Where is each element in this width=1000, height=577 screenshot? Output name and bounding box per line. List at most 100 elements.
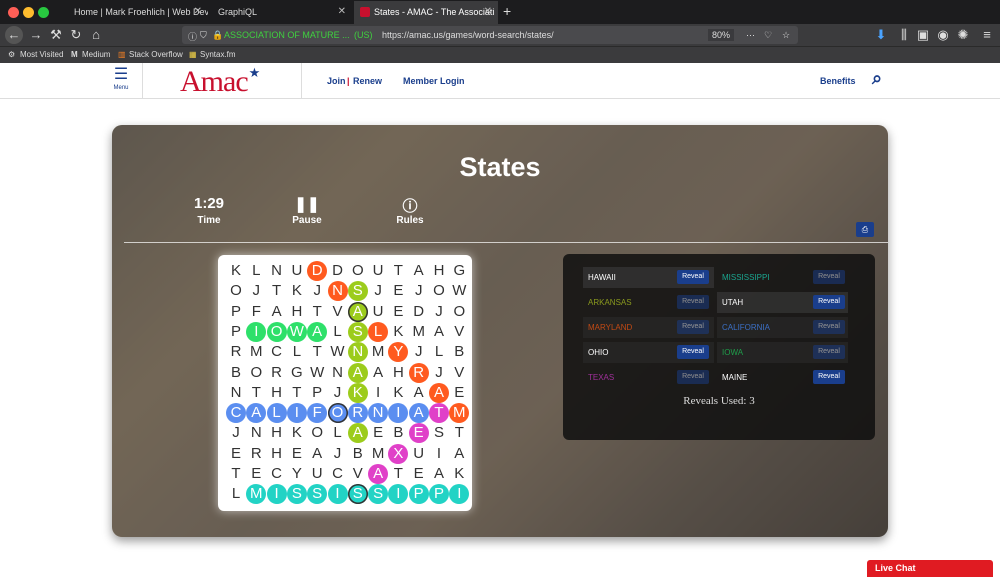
grid-letter[interactable]: J [368,281,388,301]
grid-letter[interactable]: A [246,403,267,424]
grid-letter[interactable]: R [347,403,368,424]
grid-letter[interactable]: C [226,403,246,424]
url-text[interactable]: https://amac.us/games/word-search/states… [382,30,554,40]
pause-button[interactable]: ❚❚ Pause [272,195,342,226]
grid-letter[interactable]: E [226,444,246,464]
grid-letter[interactable]: J [409,342,429,362]
grid-letter[interactable]: P [226,302,246,322]
grid-letter[interactable]: V [328,302,348,322]
grid-letter[interactable]: J [226,423,246,443]
grid-letter[interactable]: S [368,484,389,505]
download-icon[interactable]: ⬇ [872,26,890,44]
grid-letter[interactable]: J [429,363,449,383]
grid-letter[interactable]: O [429,281,449,301]
grid-letter[interactable]: A [267,302,287,322]
grid-letter[interactable]: K [388,322,408,342]
reload-icon[interactable]: ↻ [67,26,85,44]
grid-letter[interactable]: E [388,302,408,322]
grid-letter[interactable]: N [347,342,368,363]
grid-letter[interactable]: T [287,383,307,403]
grid-letter[interactable]: G [449,261,469,281]
minimize-window-icon[interactable] [23,7,34,18]
grid-letter[interactable]: R [226,342,246,362]
grid-letter[interactable]: C [328,464,348,484]
grid-letter[interactable]: E [246,464,266,484]
grid-letter[interactable]: L [287,342,307,362]
rules-button[interactable]: ⓘ Rules [375,195,445,226]
grid-letter[interactable]: W [328,342,348,362]
grid-letter[interactable]: O [348,261,368,281]
grid-letter[interactable]: K [287,423,307,443]
grid-letter[interactable]: H [429,261,449,281]
grid-letter[interactable]: H [267,444,287,464]
grid-letter[interactable]: T [388,261,408,281]
grid-letter[interactable]: D [307,261,328,281]
member-login-link[interactable]: Member Login [403,76,465,86]
live-chat-button[interactable]: Live Chat [867,560,993,577]
grid-letter[interactable]: K [226,261,246,281]
grid-letter[interactable]: U [409,444,429,464]
grid-letter[interactable]: K [287,281,307,301]
reveal-button[interactable]: Reveal [813,295,845,309]
grid-letter[interactable]: B [226,363,246,383]
grid-letter[interactable]: L [328,322,348,342]
grid-letter[interactable]: T [226,464,246,484]
grid-letter[interactable]: F [307,403,328,424]
grid-letter[interactable]: I [429,444,449,464]
bookmark-syntax[interactable]: Syntax.fm [200,50,236,59]
grid-letter[interactable]: V [449,322,469,342]
account-icon[interactable]: ◉ [934,26,952,44]
grid-letter[interactable]: P [307,383,327,403]
grid-letter[interactable]: Y [287,464,307,484]
reveal-button[interactable]: Reveal [677,320,709,334]
grid-letter[interactable]: A [347,423,368,444]
menu-button[interactable]: ☰ Menu [111,67,131,92]
extension-icon[interactable]: ✺ [954,26,972,44]
grid-letter[interactable]: U [287,261,307,281]
grid-letter[interactable]: N [267,261,287,281]
grid-letter[interactable]: O [327,403,348,424]
grid-letter[interactable]: H [388,363,408,383]
hamburger-menu-icon[interactable]: ≡ [978,26,996,44]
grid-letter[interactable]: I [368,383,388,403]
grid-letter[interactable]: R [246,444,266,464]
grid-letter[interactable]: L [226,484,246,504]
zoom-level[interactable]: 80% [708,29,735,41]
grid-letter[interactable]: L [368,321,389,342]
reveal-button[interactable]: Reveal [677,370,709,384]
grid-letter[interactable]: O [266,321,287,342]
grid-letter[interactable]: S [347,484,368,505]
library-icon[interactable]: ⫼ [895,26,913,44]
grid-letter[interactable]: I [449,484,470,505]
grid-letter[interactable]: O [226,281,246,301]
grid-letter[interactable]: H [267,383,287,403]
grid-letter[interactable]: L [328,423,348,443]
search-icon[interactable]: ⌕ [872,68,882,89]
grid-letter[interactable]: N [368,403,389,424]
grid-letter[interactable]: D [328,261,348,281]
print-button[interactable]: ⎙ [856,222,874,237]
grid-letter[interactable]: W [449,281,469,301]
grid-letter[interactable]: A [409,383,429,403]
grid-letter[interactable]: I [327,484,348,505]
grid-letter[interactable]: I [388,403,409,424]
grid-letter[interactable]: O [307,423,327,443]
reveal-button[interactable]: Reveal [677,345,709,359]
grid-letter[interactable]: V [348,464,368,484]
grid-letter[interactable]: P [429,484,449,505]
grid-letter[interactable]: A [449,444,469,464]
grid-letter[interactable]: J [307,281,327,301]
grid-letter[interactable]: M [246,342,266,362]
grid-letter[interactable]: E [408,423,429,444]
grid-letter[interactable]: B [449,342,469,362]
grid-letter[interactable]: M [246,484,267,505]
renew-link[interactable]: Renew [353,76,382,86]
grid-letter[interactable]: T [246,383,266,403]
grid-letter[interactable]: E [368,423,388,443]
grid-letter[interactable]: I [388,484,409,505]
grid-letter[interactable]: T [267,281,287,301]
back-icon[interactable]: ← [5,26,23,44]
grid-letter[interactable]: B [348,444,368,464]
grid-letter[interactable]: I [246,321,267,342]
grid-letter[interactable]: M [368,444,388,464]
